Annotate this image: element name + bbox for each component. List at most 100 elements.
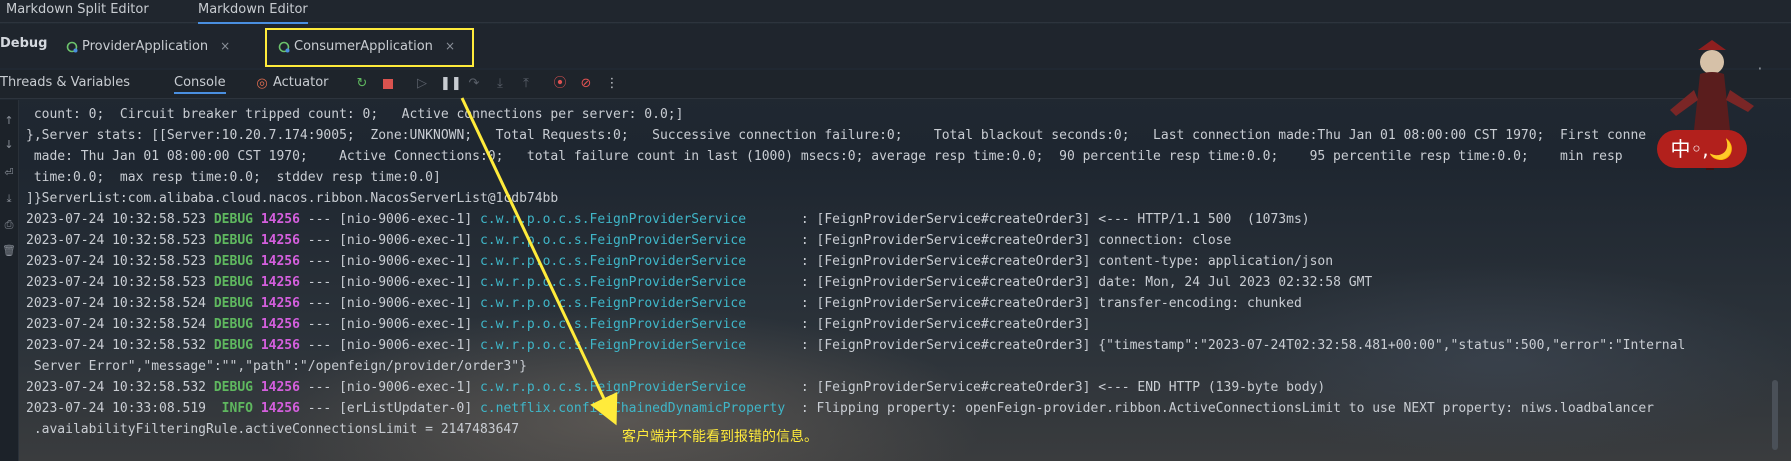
console-token: : [FeignProviderService#createOrder3] {"… bbox=[793, 338, 1686, 353]
console-token: DEBUG bbox=[213, 338, 253, 353]
console-token: DEBUG bbox=[213, 212, 253, 227]
console-token: --- [nio-9006-exec-1] bbox=[299, 275, 480, 290]
scroll-to-end-icon[interactable]: ⤓ bbox=[2, 192, 16, 206]
console-token: 2023-07-24 10:32:58.532 bbox=[26, 380, 214, 395]
console-token: 14256 bbox=[260, 296, 300, 311]
console-token: 14256 bbox=[260, 233, 300, 248]
console-token: 2023-07-24 10:32:58.524 bbox=[26, 296, 214, 311]
console-token: 14256 bbox=[260, 317, 300, 332]
step-out-icon[interactable]: ⤒ bbox=[518, 76, 534, 92]
console-token: DEBUG bbox=[213, 296, 253, 311]
console-token: },Server stats: [[Server:10.20.7.174:900… bbox=[26, 128, 1647, 143]
console-token: --- [nio-9006-exec-1] bbox=[299, 296, 480, 311]
console-token: --- [erListUpdater-0] bbox=[299, 401, 480, 416]
scroll-down-icon[interactable]: ↓ bbox=[2, 138, 16, 152]
console-line: 2023-07-24 10:32:58.524 DEBUG 14256 --- … bbox=[26, 314, 1791, 335]
console-token bbox=[253, 296, 261, 311]
close-icon[interactable]: × bbox=[220, 39, 230, 53]
more-icon[interactable]: ⋮ bbox=[604, 76, 620, 92]
console-output[interactable]: count: 0; Circuit breaker tripped count:… bbox=[26, 104, 1791, 461]
stop-icon[interactable] bbox=[380, 76, 396, 92]
tab-threads-variables[interactable]: Threads & Variables bbox=[0, 75, 130, 90]
console-token: : Flipping property: openFeign-provider.… bbox=[793, 401, 1654, 416]
step-into-icon[interactable]: ⤓ bbox=[492, 76, 508, 92]
console-line: 2023-07-24 10:32:58.523 DEBUG 14256 --- … bbox=[26, 209, 1791, 230]
console-token: : [FeignProviderService#createOrder3] <-… bbox=[793, 380, 1326, 395]
mascot-chip: 中◦,🌙 bbox=[1657, 130, 1747, 168]
console-token bbox=[253, 233, 261, 248]
editor-mode-tabs: Markdown Split Editor Markdown Editor bbox=[0, 0, 1791, 24]
tab-markdown-split-editor[interactable]: Markdown Split Editor bbox=[6, 0, 149, 22]
console-token: Server Error","message":"","path":"/open… bbox=[26, 359, 527, 374]
rerun-icon[interactable]: ↻ bbox=[354, 76, 370, 92]
console-token: : [FeignProviderService#createOrder3] <-… bbox=[793, 212, 1310, 227]
console-token: 2023-07-24 10:32:58.523 bbox=[26, 233, 214, 248]
console-line: 2023-07-24 10:33:08.519 INFO 14256 --- [… bbox=[26, 398, 1791, 419]
debug-toolbar: Threads & Variables Console ◎ Actuator ↻… bbox=[0, 70, 1791, 99]
console-token: : [FeignProviderService#createOrder3] bbox=[793, 317, 1091, 332]
console-token: --- [nio-9006-exec-1] bbox=[299, 380, 480, 395]
console-token: 2023-07-24 10:32:58.532 bbox=[26, 338, 214, 353]
console-line: 2023-07-24 10:32:58.532 DEBUG 14256 --- … bbox=[26, 335, 1791, 356]
console-token: DEBUG bbox=[213, 254, 253, 269]
console-line: 2023-07-24 10:32:58.524 DEBUG 14256 --- … bbox=[26, 293, 1791, 314]
console-token: 14256 bbox=[260, 275, 300, 290]
spring-run-icon bbox=[66, 41, 78, 52]
console-token bbox=[253, 212, 261, 227]
console-line: 2023-07-24 10:32:58.523 DEBUG 14256 --- … bbox=[26, 251, 1791, 272]
console-token: DEBUG bbox=[213, 233, 253, 248]
tab-actuator[interactable]: Actuator bbox=[273, 75, 329, 90]
actuator-icon: ◎ bbox=[256, 76, 268, 91]
console-line: 2023-07-24 10:32:58.523 DEBUG 14256 --- … bbox=[26, 230, 1791, 251]
mute-breakpoints-icon[interactable]: ⊘ bbox=[578, 76, 594, 92]
console-token: DEBUG bbox=[213, 275, 253, 290]
console-token: time:0.0; max resp time:0.0; stddev resp… bbox=[26, 170, 441, 185]
console-token: c.w.r.p.o.c.s.FeignProviderService bbox=[479, 380, 794, 395]
tab-markdown-editor[interactable]: Markdown Editor bbox=[198, 0, 308, 24]
console-token: .availabilityFilteringRule.activeConnect… bbox=[26, 422, 520, 437]
console-token: 2023-07-24 10:32:58.524 bbox=[26, 317, 214, 332]
console-token: : [FeignProviderService#createOrder3] da… bbox=[793, 275, 1373, 290]
console-token bbox=[253, 338, 261, 353]
step-over-icon[interactable]: ↷ bbox=[466, 76, 482, 92]
console-line: made: Thu Jan 01 08:00:00 CST 1970; Acti… bbox=[26, 146, 1791, 167]
console-token: 14256 bbox=[260, 338, 300, 353]
clear-icon[interactable]: 🗑 bbox=[2, 244, 16, 258]
scroll-up-icon[interactable]: ↑ bbox=[2, 114, 16, 128]
console-token: ]}ServerList:com.alibaba.cloud.nacos.rib… bbox=[26, 191, 559, 206]
console-line: time:0.0; max resp time:0.0; stddev resp… bbox=[26, 167, 1791, 188]
annotation-text: 客户端并不能看到报错的信息。 bbox=[622, 429, 818, 445]
console-token: --- [nio-9006-exec-1] bbox=[299, 233, 480, 248]
console-token: c.w.r.p.o.c.s.FeignProviderService bbox=[479, 254, 794, 269]
console-token bbox=[253, 317, 261, 332]
tab-console[interactable]: Console bbox=[174, 75, 226, 94]
console-token: : [FeignProviderService#createOrder3] co… bbox=[793, 233, 1232, 248]
console-token: 2023-07-24 10:32:58.523 bbox=[26, 212, 214, 227]
console-line: ]}ServerList:com.alibaba.cloud.nacos.rib… bbox=[26, 188, 1791, 209]
console-scrollbar[interactable] bbox=[1772, 380, 1778, 450]
console-token: 14256 bbox=[260, 401, 300, 416]
console-token: --- [nio-9006-exec-1] bbox=[299, 317, 480, 332]
resume-icon[interactable]: ▷ bbox=[414, 76, 430, 92]
console-line: 2023-07-24 10:32:58.523 DEBUG 14256 --- … bbox=[26, 272, 1791, 293]
console-token bbox=[253, 254, 261, 269]
console-token: DEBUG bbox=[213, 380, 253, 395]
console-token: 2023-07-24 10:32:58.523 bbox=[26, 254, 214, 269]
console-line: 2023-07-24 10:32:58.532 DEBUG 14256 --- … bbox=[26, 377, 1791, 398]
console-token: 14256 bbox=[260, 254, 300, 269]
console-token: INFO bbox=[213, 401, 253, 416]
view-breakpoints-icon[interactable]: ⦿ bbox=[552, 76, 568, 92]
print-icon[interactable]: ⎙ bbox=[2, 218, 16, 232]
soft-wrap-icon[interactable]: ⏎ bbox=[2, 166, 16, 180]
run-tab-provider[interactable]: ProviderApplication × bbox=[66, 32, 230, 60]
console-token bbox=[253, 401, 261, 416]
console-token: --- [nio-9006-exec-1] bbox=[299, 338, 480, 353]
console-token: --- [nio-9006-exec-1] bbox=[299, 212, 480, 227]
console-token: c.w.r.p.o.c.s.FeignProviderService bbox=[479, 296, 794, 311]
consumer-tab-highlight-box bbox=[265, 28, 474, 67]
console-token: --- [nio-9006-exec-1] bbox=[299, 254, 480, 269]
console-token: c.w.r.p.o.c.s.FeignProviderService bbox=[479, 275, 794, 290]
console-token: count: 0; Circuit breaker tripped count:… bbox=[26, 107, 684, 122]
pause-icon[interactable]: ❚❚ bbox=[440, 76, 462, 92]
console-gutter: ↑ ↓ ⏎ ⤓ ⎙ 🗑 bbox=[0, 100, 19, 461]
